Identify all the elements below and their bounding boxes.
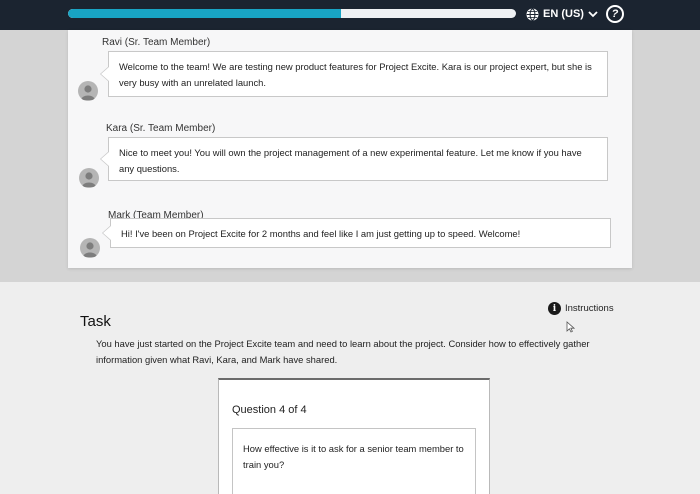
message-bubble: Welcome to the team! We are testing new …	[100, 51, 608, 97]
message-text: Welcome to the team! We are testing new …	[119, 61, 592, 88]
avatar-icon	[78, 81, 98, 101]
question-text: How effective is it to ask for a senior …	[243, 443, 464, 470]
progress-bar	[68, 9, 516, 18]
language-label: EN (US)	[543, 8, 584, 20]
task-description: You have just started on the Project Exc…	[96, 338, 590, 365]
message-bubble: Nice to meet you! You will own the proje…	[100, 137, 608, 181]
instructions-link[interactable]: i Instructions	[548, 302, 614, 315]
help-button[interactable]: ?	[606, 5, 624, 23]
top-bar: EN (US) ?	[0, 0, 700, 30]
avatar-icon	[79, 168, 99, 188]
avatar-icon	[80, 238, 100, 258]
question-card: Question 4 of 4 How effective is it to a…	[218, 378, 490, 494]
instructions-label: Instructions	[565, 303, 614, 314]
help-label: ?	[611, 8, 619, 20]
globe-icon	[526, 7, 539, 21]
task-title: Task	[80, 313, 111, 330]
chevron-down-icon	[588, 10, 598, 18]
conversation-panel: Ravi (Sr. Team Member) Welcome to the te…	[68, 30, 632, 268]
question-counter: Question 4 of 4	[232, 404, 307, 416]
info-icon: i	[548, 302, 561, 315]
message-text: Nice to meet you! You will own the proje…	[119, 147, 582, 174]
speaker-name: Kara (Sr. Team Member)	[106, 123, 216, 134]
speaker-name: Ravi (Sr. Team Member)	[102, 37, 211, 48]
question-box: How effective is it to ask for a senior …	[232, 428, 476, 494]
task-section: Task i Instructions You have just starte…	[0, 282, 700, 494]
message-bubble: Hi! I've been on Project Excite for 2 mo…	[102, 218, 611, 248]
progress-fill	[68, 9, 342, 18]
language-selector[interactable]: EN (US)	[526, 5, 598, 23]
message-text: Hi! I've been on Project Excite for 2 mo…	[121, 228, 521, 239]
